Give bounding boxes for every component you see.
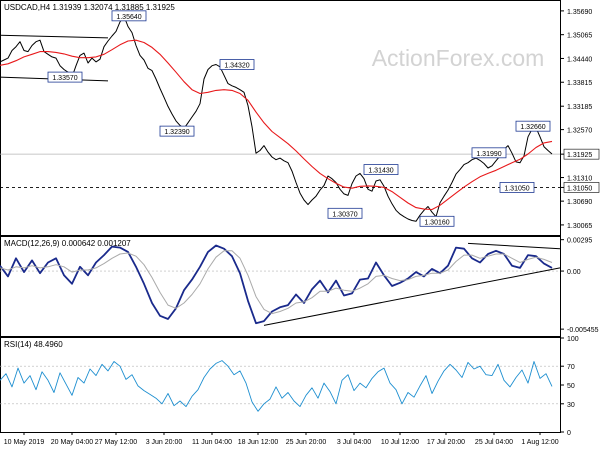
- x-tick-label: 27 May 12:00: [95, 439, 138, 446]
- price-label: 1.32660: [520, 124, 545, 131]
- macd-y-tick-label: 0.00: [567, 269, 581, 276]
- price-y-tick-label: 1.31310: [567, 176, 592, 183]
- price-label: 1.31990: [476, 151, 501, 158]
- price-y-tick-label: 1.30065: [567, 223, 592, 230]
- watermark: ActionForex.com: [372, 45, 545, 71]
- price-y-tick-label: 1.31925: [567, 152, 592, 159]
- price-y-tick-label: 1.33185: [567, 104, 592, 111]
- price-label: 1.33570: [52, 75, 77, 82]
- price-label: 1.34320: [224, 63, 249, 70]
- rsi-y-tick-label: 0: [567, 430, 571, 437]
- rsi-header: RSI(14) 48.4960: [4, 340, 63, 349]
- x-tick-label: 10 May 2019: [4, 439, 45, 446]
- rsi-y-tick-label: 50: [567, 383, 575, 390]
- x-tick-label: 25 Jul 04:00: [475, 439, 513, 446]
- price-label: 1.30160: [424, 219, 449, 226]
- macd-y-tick-label: 0.00295: [567, 238, 592, 245]
- x-tick-label: 10 Jul 12:00: [381, 439, 419, 446]
- x-tick-label: 11 Jun 04:00: [192, 439, 232, 446]
- rsi-y-tick-label: 100: [567, 336, 579, 343]
- price-label: 1.35640: [116, 14, 141, 21]
- x-tick-label: 3 Jun 20:00: [146, 439, 183, 446]
- rsi-y-tick-label: 70: [567, 364, 575, 371]
- price-label: 1.32390: [164, 129, 189, 136]
- price-y-tick-label: 1.33815: [567, 80, 592, 87]
- x-tick-label: 17 Jul 20:00: [427, 439, 465, 446]
- x-tick-label: 1 Aug 12:00: [521, 439, 558, 446]
- chart-canvas: ActionForex.com 1.35690 1.35065 1.34440 1.3…: [0, 0, 600, 450]
- x-tick-label: 18 Jun 12:00: [238, 439, 279, 446]
- x-tick-label: 20 May 04:00: [51, 439, 94, 446]
- price-label: 1.31050: [504, 185, 529, 192]
- rsi-y-tick-label: 30: [567, 402, 575, 409]
- price-label: 1.31430: [368, 168, 393, 175]
- x-tick-label: 3 Jul 04:00: [337, 439, 371, 446]
- macd-header: MACD(12,26,9) 0.000642 0.001207: [4, 239, 131, 248]
- price-y-tick-label: 1.34440: [567, 56, 592, 63]
- price-y-tick-label: 1.31050: [567, 185, 592, 192]
- price-y-tick-label: 1.35690: [567, 9, 592, 16]
- price-header: USDCAD,H4 1.31939 1.32074 1.31885 1.3192…: [4, 3, 175, 12]
- price-y-tick-label: 1.30690: [567, 199, 592, 206]
- price-label: 1.30370: [332, 211, 357, 218]
- macd-y-tick-label: -0.005455: [567, 327, 599, 334]
- price-y-tick-label: 1.32570: [567, 128, 592, 135]
- x-tick-label: 25 Jun 20:00: [286, 439, 327, 446]
- price-y-tick-label: 1.35065: [567, 33, 592, 40]
